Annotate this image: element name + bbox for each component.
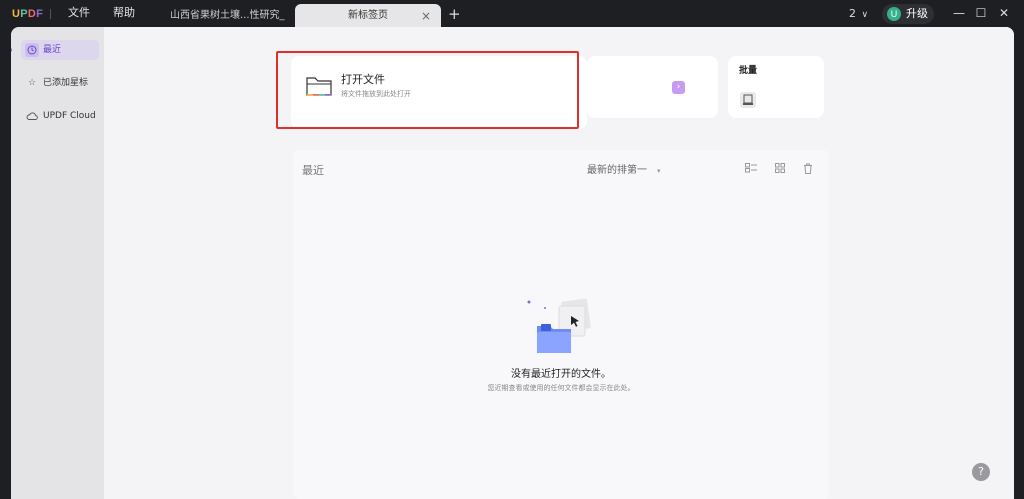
upgrade-button[interactable]: U 升级: [882, 4, 934, 24]
recent-panel: 最近 最新的排第一 ▾ 没有最近打开的文件。 您近期查看或使用的任何文件都会显示…: [293, 150, 829, 499]
title-bar: UPDF 文件 帮助 山西省果树土壤...性研究_黄芳* 新标签页 × + 2 …: [0, 0, 1024, 45]
logo-letter-u: U: [12, 8, 21, 20]
close-tab-icon[interactable]: ×: [421, 4, 431, 28]
secondary-card[interactable]: ›: [587, 56, 718, 118]
batch-icon: [740, 92, 756, 108]
tab-new-tab[interactable]: 新标签页 ×: [295, 4, 441, 28]
empty-state-title: 没有最近打开的文件。: [511, 369, 611, 380]
sidebar: 最近 ☆ 已添加星标 UPDF Cloud: [11, 27, 104, 499]
list-view-icon[interactable]: [744, 163, 758, 177]
logo-divider: [50, 9, 51, 19]
sort-dropdown[interactable]: 最新的排第一 ▾: [587, 164, 661, 178]
batch-card[interactable]: 批量: [728, 56, 824, 118]
main-window: 最近 ☆ 已添加星标 UPDF Cloud 打开文件 将文件拖放到此处打开 › …: [11, 27, 1014, 499]
window-count-dropdown[interactable]: 2 ∨: [849, 7, 868, 22]
tab-document[interactable]: 山西省果树土壤...性研究_黄芳*: [160, 4, 292, 45]
chevron-down-icon: ∨: [861, 10, 869, 20]
sort-label: 最新的排第一: [587, 165, 647, 176]
logo-letter-p: P: [20, 8, 28, 20]
empty-folder-illustration: [523, 296, 599, 360]
menu-file[interactable]: 文件: [68, 6, 90, 20]
cloud-icon: [25, 109, 39, 123]
open-file-title: 打开文件: [341, 73, 385, 86]
updf-logo: UPDF: [12, 8, 43, 20]
menu-help[interactable]: 帮助: [113, 6, 135, 20]
logo-letter-f: F: [36, 8, 44, 20]
avatar: U: [887, 7, 901, 21]
clock-icon: [25, 43, 39, 57]
add-tab-button[interactable]: +: [448, 5, 461, 23]
logo-letter-d: D: [27, 8, 37, 20]
arrow-right-icon[interactable]: ›: [672, 81, 685, 94]
trash-icon[interactable]: [801, 163, 815, 177]
sidebar-item-label: 已添加星标: [43, 78, 89, 88]
recent-title: 最近: [302, 164, 324, 177]
open-file-card[interactable]: 打开文件 将文件拖放到此处打开: [291, 56, 587, 129]
help-button[interactable]: ?: [972, 463, 990, 481]
sidebar-item-cloud[interactable]: UPDF Cloud: [21, 106, 99, 126]
tab-new-tab-label: 新标签页: [348, 10, 388, 21]
content-area: 打开文件 将文件拖放到此处打开 › 批量 最近 最新的排第一 ▾ 没有最近打开的…: [104, 27, 1014, 499]
upgrade-label: 升级: [906, 7, 928, 20]
maximize-button[interactable]: ☐: [973, 5, 989, 21]
batch-title: 批量: [739, 66, 758, 76]
minimize-button[interactable]: —: [951, 5, 967, 21]
sidebar-item-label: 最近: [43, 45, 62, 55]
star-icon: ☆: [27, 78, 37, 88]
sidebar-item-starred[interactable]: ☆ 已添加星标: [21, 73, 99, 93]
grid-view-icon[interactable]: [773, 163, 787, 177]
active-indicator: [11, 48, 12, 52]
chevron-down-icon: ▾: [657, 167, 661, 175]
window-count: 2: [849, 7, 856, 20]
folder-icon: [305, 74, 333, 98]
empty-state-subtitle: 您近期查看或使用的任何文件都会显示在此处。: [487, 384, 635, 392]
sidebar-item-recent[interactable]: 最近: [21, 40, 99, 60]
close-window-button[interactable]: ✕: [996, 5, 1012, 21]
sidebar-item-label: UPDF Cloud: [43, 111, 96, 121]
open-file-subtitle: 将文件拖放到此处打开: [341, 90, 411, 98]
